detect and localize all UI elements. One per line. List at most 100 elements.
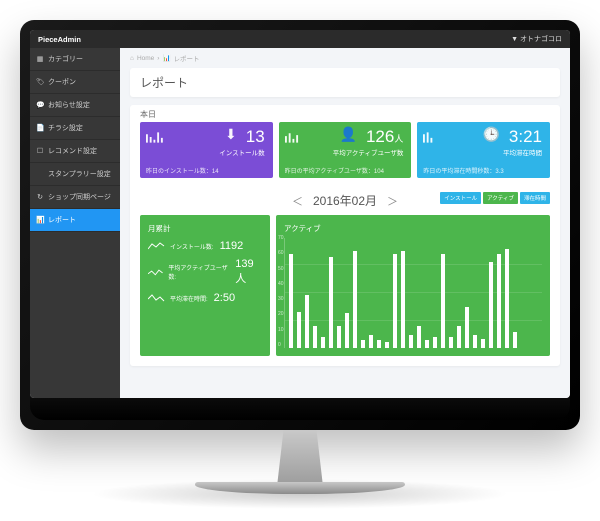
sidebar-item-report[interactable]: 📊レポート — [30, 209, 120, 232]
breadcrumb-chart-icon: 📊 — [162, 54, 170, 62]
chart-bar — [353, 251, 357, 348]
summary-value: 139人 — [235, 258, 262, 286]
chart-bar — [457, 326, 461, 348]
activity-chart: アクティブ 706050403020100 — [276, 215, 550, 356]
tile-value: 3:21 — [509, 127, 542, 146]
sparkline-icon — [146, 128, 174, 144]
chart-bar — [425, 340, 429, 348]
sidebar-item-label: ショップ同期ページ — [48, 192, 111, 202]
summary-value: 2:50 — [214, 292, 235, 304]
summary-row: 平均滞在時間:2:50 — [148, 292, 262, 304]
summary-row: インストール数:1192 — [148, 240, 262, 252]
chart-bar — [417, 326, 421, 348]
title-card: レポート — [130, 68, 560, 97]
tile-installs[interactable]: ⬇ 13 インストール数 昨日のインストール数：14 — [140, 122, 273, 178]
sidebar-item-coupon[interactable]: 🏷クーポン — [30, 71, 120, 94]
tile-label: 平均滞在時間 — [503, 147, 542, 157]
y-tick: 40 — [278, 281, 284, 287]
sparkline-icon — [285, 128, 313, 144]
sidebar-item-category[interactable]: ▦ カテゴリー — [30, 48, 120, 71]
download-icon: ⬇ — [225, 126, 237, 143]
tile-footer: 昨日の平均滞在時間秒数：3.3 — [423, 166, 503, 175]
tile-footer: 昨日の平均アクティブユーザ数：104 — [285, 166, 384, 175]
y-tick: 10 — [278, 327, 284, 333]
y-tick: 20 — [278, 311, 284, 317]
summary-header: 月累計 — [148, 223, 262, 234]
chart-bars — [284, 238, 542, 348]
tile-duration[interactable]: 🕒 3:21 平均滞在時間 昨日の平均滞在時間秒数：3.3 — [417, 122, 550, 178]
chart-bar — [329, 257, 333, 348]
chart-bar — [401, 251, 405, 348]
sidebar-item-stamp[interactable]: スタンプラリー設定 — [30, 163, 120, 186]
breadcrumb-home-icon[interactable]: ⌂ — [130, 55, 134, 62]
prev-month-button[interactable]: ＜ — [292, 193, 303, 209]
chart-bar — [385, 342, 389, 348]
topbar: PieceAdmin ▼ オトナゴコロ — [30, 30, 570, 48]
filter-duration[interactable]: 滞在時間 — [520, 192, 550, 204]
sidebar-item-label: お知らせ設定 — [48, 100, 90, 110]
chart-bar — [481, 339, 485, 348]
monitor-foot — [195, 482, 405, 494]
grid-icon: ▦ — [36, 55, 44, 63]
next-month-button[interactable]: ＞ — [387, 193, 398, 209]
filter-active[interactable]: アクティブ — [483, 192, 518, 204]
y-tick: 50 — [278, 266, 284, 272]
chart-bar — [505, 249, 509, 348]
clock-icon: 🕒 — [483, 126, 500, 143]
sidebar-item-recommend[interactable]: ☐レコメンド設定 — [30, 140, 120, 163]
tile-value: 13 — [246, 127, 265, 146]
y-tick: 30 — [278, 296, 284, 302]
chart-filter-tabs: インストール アクティブ 滞在時間 — [440, 192, 550, 204]
chart-icon: 📊 — [36, 216, 44, 224]
breadcrumb: ⌂ Home › 📊 レポート — [120, 48, 570, 68]
sidebar-item-notice[interactable]: 💬 お知らせ設定 — [30, 94, 120, 117]
monitor-stand — [263, 430, 338, 482]
chart-bar — [369, 335, 373, 348]
y-tick: 0 — [278, 342, 284, 348]
chart-bar — [321, 337, 325, 348]
sidebar-item-label: チラシ設定 — [48, 123, 83, 133]
summary-value: 1192 — [220, 240, 244, 252]
month-label: 2016年02月 — [313, 192, 377, 209]
chart-bar — [361, 340, 365, 348]
chart-bar — [441, 254, 445, 348]
chart-bar — [377, 340, 381, 348]
sparkline-icon — [423, 128, 451, 144]
chat-icon: 💬 — [36, 101, 44, 109]
chart-bar — [313, 326, 317, 348]
sidebar-item-shop-sync[interactable]: ↻ ショップ同期ページ — [30, 186, 120, 209]
filter-install[interactable]: インストール — [440, 192, 481, 204]
user-menu[interactable]: ▼ オトナゴコロ — [511, 34, 562, 44]
refresh-icon: ↻ — [36, 193, 44, 201]
chart-y-axis: 70 60 50 40 30 20 10 0 — [278, 235, 284, 348]
sidebar-item-label: カテゴリー — [48, 54, 83, 64]
sidebar: ▦ カテゴリー 🏷クーポン 💬 お知らせ設定 📄 チラシ設定 ☐レコメンド設定 スタン… — [30, 48, 120, 398]
y-tick: 60 — [278, 250, 284, 256]
brand: PieceAdmin — [38, 35, 81, 44]
chart-bar — [409, 335, 413, 348]
tag-icon: 🏷 — [36, 78, 44, 86]
chart-bar — [345, 313, 349, 348]
y-tick: 70 — [278, 235, 284, 241]
chart-bar — [305, 295, 309, 348]
page-icon: 📄 — [36, 124, 44, 132]
sidebar-item-flyer[interactable]: 📄 チラシ設定 — [30, 117, 120, 140]
tile-footer: 昨日のインストール数：14 — [146, 166, 219, 175]
breadcrumb-page: レポート — [174, 53, 200, 63]
chart-bar — [289, 254, 293, 348]
chart-bar — [433, 337, 437, 348]
chart-bar — [497, 254, 501, 348]
tile-label: 平均アクティブユーザ数 — [333, 147, 404, 157]
month-navigator: ＜ 2016年02月 ＞ インストール アクティブ 滞在時間 — [130, 186, 560, 215]
chart-bar — [449, 337, 453, 348]
square-icon: ☐ — [36, 147, 44, 155]
breadcrumb-home[interactable]: Home — [137, 55, 154, 62]
spark-icon — [148, 293, 166, 303]
chart-bar — [513, 332, 517, 348]
spark-icon — [148, 267, 164, 277]
tile-label: インストール数 — [219, 147, 264, 157]
spark-icon — [148, 241, 166, 251]
page-title: レポート — [130, 68, 560, 97]
chart-bar — [337, 326, 341, 348]
tile-active-users[interactable]: 👤 126人 平均アクティブユーザ数 昨日の平均アクティブユーザ数：104 — [279, 122, 412, 178]
